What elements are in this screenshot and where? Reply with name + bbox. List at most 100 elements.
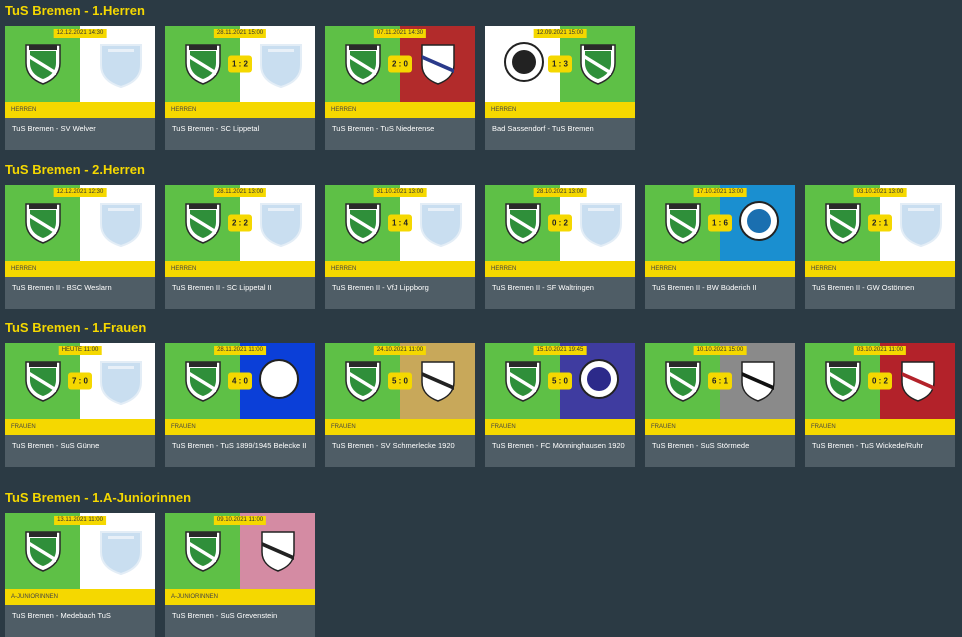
match-teams[interactable]: TuS Bremen - SuS Günne xyxy=(5,435,155,467)
home-team-logo-icon xyxy=(183,200,223,249)
match-card[interactable]: 13.11.2021 11:00 A-Juniorinnen TuS Bremen … xyxy=(5,513,155,637)
match-teams[interactable]: TuS Bremen II - GW Ostönnen xyxy=(805,277,955,309)
away-team-logo-icon xyxy=(738,358,778,407)
match-card[interactable]: 03.10.2021 11:00 0 : 2 Frauen TuS Bremen - … xyxy=(805,343,955,467)
match-card[interactable]: 28.10.2021 13:00 0 : 2 Herren TuS Bremen II… xyxy=(485,185,635,309)
away-team-logo-icon xyxy=(258,200,304,253)
match-date: 13.11.2021 11:00 xyxy=(54,516,106,525)
section-title[interactable]: TuS Bremen - 1.Herren xyxy=(5,2,635,20)
match-teams[interactable]: TuS Bremen II - BSC Weslarn xyxy=(5,277,155,309)
league-label: Herren xyxy=(645,261,795,277)
home-team-logo-icon xyxy=(23,358,63,407)
match-teams[interactable]: TuS Bremen - TuS Wickede/Ruhr xyxy=(805,435,955,467)
match-card[interactable]: 28.11.2021 11:00 4 : 0 Frauen TuS Bremen - … xyxy=(165,343,315,467)
match-teams[interactable]: TuS Bremen - TuS Niederense xyxy=(325,118,475,150)
home-team-logo-icon xyxy=(663,200,703,249)
match-card[interactable]: 07.11.2021 14:30 2 : 0 Herren TuS Bremen - … xyxy=(325,26,475,150)
match-teams[interactable]: TuS Bremen - TuS 1899/1945 Belecke II xyxy=(165,435,315,467)
match-score: 0 : 2 xyxy=(867,372,893,390)
match-score: 1 : 6 xyxy=(707,214,733,232)
away-team-logo-icon xyxy=(418,41,458,90)
league-label: Frauen xyxy=(645,419,795,435)
team-section: TuS Bremen - 2.Herren 12.12.2021 12:30 Her… xyxy=(5,161,955,309)
league-label: Herren xyxy=(805,261,955,277)
match-card[interactable]: 03.10.2021 13:00 2 : 1 Herren TuS Bremen II… xyxy=(805,185,955,309)
match-date: 12.12.2021 12:30 xyxy=(53,188,107,197)
match-teams[interactable]: TuS Bremen - Medebach TuS xyxy=(5,605,155,637)
match-teams[interactable]: Bad Sassendorf - TuS Bremen xyxy=(485,118,635,150)
home-team-logo-icon xyxy=(183,41,223,90)
away-team-logo-icon xyxy=(98,358,144,411)
match-card[interactable]: 09.10.2021 11:00 A-Juniorinnen TuS Bremen … xyxy=(165,513,315,637)
match-card-header: 28.10.2021 13:00 0 : 2 xyxy=(485,185,635,261)
match-card[interactable]: 28.11.2021 13:00 2 : 2 Herren TuS Bremen II… xyxy=(165,185,315,309)
match-card[interactable]: 17.10.2021 13:00 1 : 6 Herren TuS Bremen II… xyxy=(645,185,795,309)
match-date: 28.10.2021 13:00 xyxy=(533,188,587,197)
match-card-header: 15.10.2021 19:45 5 : 0 xyxy=(485,343,635,419)
match-teams[interactable]: TuS Bremen II - VfJ Lippborg xyxy=(325,277,475,309)
match-card-header: 24.10.2021 11:00 5 : 0 xyxy=(325,343,475,419)
away-team-logo-icon xyxy=(898,200,944,253)
away-team-logo-icon xyxy=(258,358,300,405)
match-score: 4 : 0 xyxy=(227,372,253,390)
match-date: HEUTE 11:00 xyxy=(58,346,102,355)
match-score: 1 : 2 xyxy=(227,55,253,73)
home-team-logo-icon xyxy=(823,358,863,407)
match-date: 12.12.2021 14:30 xyxy=(53,29,107,38)
league-label: Frauen xyxy=(165,419,315,435)
match-teams[interactable]: TuS Bremen - SV Welver xyxy=(5,118,155,150)
match-card-row: 12.12.2021 14:30 Herren TuS Bremen - SV We… xyxy=(5,26,635,150)
match-teams[interactable]: TuS Bremen - SuS Grevenstein xyxy=(165,605,315,637)
home-team-logo-icon xyxy=(183,528,223,577)
home-team-logo-icon xyxy=(343,200,383,249)
home-team-logo-icon xyxy=(23,200,63,249)
section-title[interactable]: TuS Bremen - 2.Herren xyxy=(5,161,955,179)
match-teams[interactable]: TuS Bremen II - BW Büderich II xyxy=(645,277,795,309)
section-title[interactable]: TuS Bremen - 1.A-Juniorinnen xyxy=(5,489,315,507)
match-card[interactable]: 15.10.2021 19:45 5 : 0 Frauen TuS Bremen - … xyxy=(485,343,635,467)
match-card-header: 12.12.2021 12:30 xyxy=(5,185,155,261)
match-card[interactable]: 12.12.2021 14:30 Herren TuS Bremen - SV We… xyxy=(5,26,155,150)
match-date: 15.10.2021 19:45 xyxy=(533,346,587,355)
match-card[interactable]: 24.10.2021 11:00 5 : 0 Frauen TuS Bremen - … xyxy=(325,343,475,467)
league-label: Herren xyxy=(325,261,475,277)
league-label: Frauen xyxy=(485,419,635,435)
match-date: 07.11.2021 14:30 xyxy=(373,29,427,38)
match-score: 5 : 0 xyxy=(387,372,413,390)
match-card-header: 09.10.2021 11:00 xyxy=(165,513,315,589)
match-card[interactable]: HEUTE 11:00 7 : 0 Frauen TuS Bremen - SuS G… xyxy=(5,343,155,467)
match-card-header: 28.11.2021 13:00 2 : 2 xyxy=(165,185,315,261)
league-label: Herren xyxy=(165,102,315,118)
match-card-header: 03.10.2021 11:00 0 : 2 xyxy=(805,343,955,419)
match-teams[interactable]: TuS Bremen - SV Schmerlecke 1920 xyxy=(325,435,475,467)
match-card[interactable]: 28.11.2021 15:00 1 : 2 Herren TuS Bremen - … xyxy=(165,26,315,150)
match-teams[interactable]: TuS Bremen II - SC Lippetal II xyxy=(165,277,315,309)
match-teams[interactable]: TuS Bremen - SC Lippetal xyxy=(165,118,315,150)
home-team-logo-icon xyxy=(23,528,63,577)
match-teams[interactable]: TuS Bremen - FC Mönninghausen 1920 xyxy=(485,435,635,467)
match-teams[interactable]: TuS Bremen II - SF Waltringen xyxy=(485,277,635,309)
match-date: 31.10.2021 13:00 xyxy=(373,188,427,197)
match-teams[interactable]: TuS Bremen - SuS Störmede xyxy=(645,435,795,467)
league-label: Frauen xyxy=(805,419,955,435)
match-card-header: 07.11.2021 14:30 2 : 0 xyxy=(325,26,475,102)
match-card[interactable]: 10.10.2021 15:00 6 : 1 Frauen TuS Bremen - … xyxy=(645,343,795,467)
home-team-logo-icon xyxy=(503,358,543,407)
section-title[interactable]: TuS Bremen - 1.Frauen xyxy=(5,319,955,337)
match-date: 28.11.2021 13:00 xyxy=(213,188,267,197)
match-date: 03.10.2021 11:00 xyxy=(853,346,907,355)
team-section: TuS Bremen - 1.Frauen HEUTE 11:00 7 : 0 Fra… xyxy=(5,319,955,467)
match-date: 28.11.2021 15:00 xyxy=(213,29,267,38)
away-team-logo-icon xyxy=(898,358,938,407)
match-score: 0 : 2 xyxy=(547,214,573,232)
match-date: 09.10.2021 11:00 xyxy=(213,516,267,525)
league-label: Herren xyxy=(325,102,475,118)
league-label: Herren xyxy=(485,102,635,118)
team-section: TuS Bremen - 1.Herren 12.12.2021 14:30 Her… xyxy=(5,2,635,150)
match-card[interactable]: 31.10.2021 13:00 1 : 4 Herren TuS Bremen II… xyxy=(325,185,475,309)
match-card[interactable]: 12.09.2021 15:00 1 : 3 Herren Bad Sassendor… xyxy=(485,26,635,150)
away-team-logo-icon xyxy=(578,41,618,90)
home-team-logo-icon xyxy=(343,358,383,407)
away-team-logo-icon xyxy=(98,528,144,581)
match-card[interactable]: 12.12.2021 12:30 Herren TuS Bremen II - BS… xyxy=(5,185,155,309)
